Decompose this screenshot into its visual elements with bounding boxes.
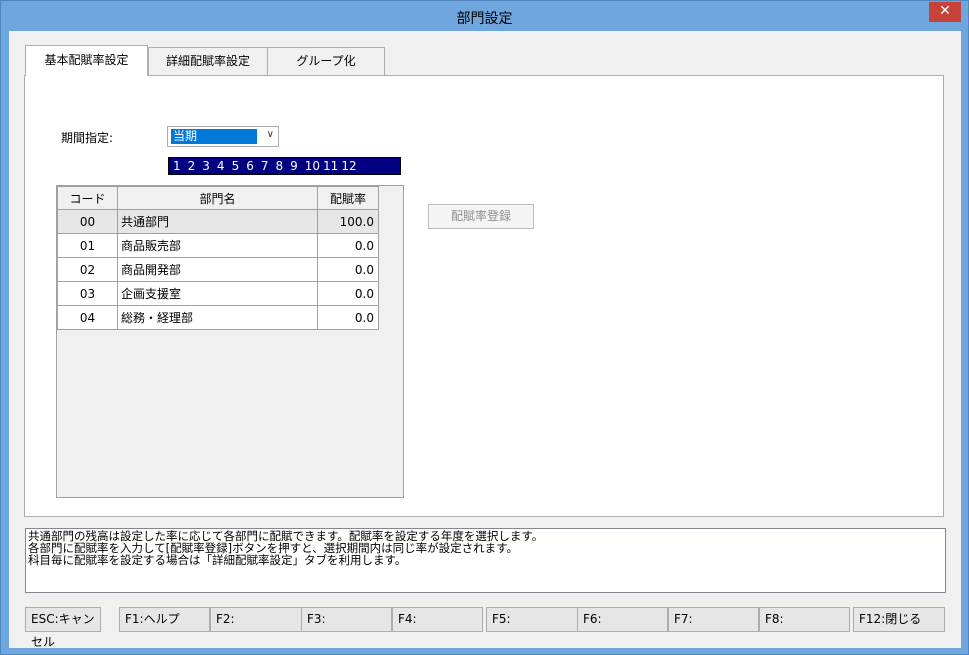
esc-cancel-button[interactable]: ESC:キャンセル (25, 607, 101, 649)
tab-label: 基本配賦率設定 (44, 53, 129, 67)
title-bar: 部門設定 ✕ (1, 1, 968, 31)
cell-name: 企画支援室 (117, 281, 318, 306)
cell-rate[interactable]: 0.0 (317, 281, 379, 306)
department-table: コード 部門名 配賦率 00 共通部門 100.0 01 商品販売部 0.0 0… (57, 186, 379, 330)
month-item[interactable]: 4 (217, 159, 225, 173)
cell-name: 共通部門 (117, 209, 318, 234)
dialog-window: 部門設定 ✕ 基本配賦率設定 詳細配賦率設定 グループ化 期間指定: 当期 ∨ … (0, 0, 969, 655)
f5-button[interactable]: F5: (486, 607, 578, 632)
period-select[interactable]: 当期 ∨ (167, 126, 279, 147)
tab-label: グループ化 (296, 54, 356, 68)
column-header-code[interactable]: コード (57, 186, 118, 210)
column-header-name[interactable]: 部門名 (117, 186, 318, 210)
period-value: 当期 (171, 129, 257, 144)
cell-name: 総務・経理部 (117, 305, 318, 330)
tab-basic-rate[interactable]: 基本配賦率設定 (25, 45, 148, 76)
month-item[interactable]: 12 (341, 159, 356, 173)
chevron-down-icon: ∨ (266, 129, 274, 140)
department-grid: コード 部門名 配賦率 00 共通部門 100.0 01 商品販売部 0.0 0… (56, 185, 404, 498)
register-rate-button[interactable]: 配賦率登録 (428, 204, 534, 229)
column-header-rate[interactable]: 配賦率 (317, 186, 379, 210)
month-item[interactable]: 11 (323, 159, 338, 173)
month-item[interactable]: 5 (232, 159, 240, 173)
cell-rate[interactable]: 100.0 (317, 209, 379, 234)
f6-button[interactable]: F6: (577, 607, 668, 632)
table-row[interactable]: 04 総務・経理部 0.0 (57, 305, 379, 330)
client-area: 基本配賦率設定 詳細配賦率設定 グループ化 期間指定: 当期 ∨ 1 2 3 4… (9, 31, 961, 649)
f1-help-button[interactable]: F1:ヘルプ (119, 607, 210, 632)
cell-name: 商品販売部 (117, 233, 318, 258)
f12-close-button[interactable]: F12:閉じる (853, 607, 945, 632)
month-item[interactable]: 10 (305, 159, 320, 173)
cell-code: 00 (57, 209, 118, 234)
period-label: 期間指定: (61, 131, 114, 145)
table-row[interactable]: 03 企画支援室 0.0 (57, 281, 379, 306)
cell-code: 01 (57, 233, 118, 258)
month-item[interactable]: 6 (246, 159, 254, 173)
cell-name: 商品開発部 (117, 257, 318, 282)
f8-button[interactable]: F8: (759, 607, 850, 632)
tab-detail-rate[interactable]: 詳細配賦率設定 (148, 47, 268, 75)
table-row[interactable]: 02 商品開発部 0.0 (57, 257, 379, 282)
month-item[interactable]: 1 (173, 159, 181, 173)
cell-rate[interactable]: 0.0 (317, 305, 379, 330)
month-item[interactable]: 3 (202, 159, 210, 173)
f4-button[interactable]: F4: (392, 607, 483, 632)
tab-panel: 期間指定: 当期 ∨ 1 2 3 4 5 6 7 8 9 10 11 12 コー… (24, 75, 944, 517)
month-selector[interactable]: 1 2 3 4 5 6 7 8 9 10 11 12 (168, 157, 401, 175)
cell-code: 02 (57, 257, 118, 282)
close-button[interactable]: ✕ (929, 2, 961, 22)
f2-button[interactable]: F2: (210, 607, 302, 632)
month-item[interactable]: 2 (188, 159, 196, 173)
f3-button[interactable]: F3: (301, 607, 392, 632)
table-row[interactable]: 00 共通部門 100.0 (57, 209, 379, 234)
month-item[interactable]: 8 (275, 159, 283, 173)
tab-grouping[interactable]: グループ化 (267, 47, 385, 75)
cell-code: 03 (57, 281, 118, 306)
tab-label: 詳細配賦率設定 (165, 54, 250, 68)
month-item[interactable]: 7 (261, 159, 269, 173)
window-title: 部門設定 (456, 11, 513, 27)
help-line: 科目毎に配賦率を設定する場合は「詳細配賦率設定」タブを利用します。 (28, 553, 407, 567)
table-row[interactable]: 01 商品販売部 0.0 (57, 233, 379, 258)
help-text-box: 共通部門の残高は設定した率に応じて各部門に配賦できます。配賦率を設定する年度を選… (25, 528, 946, 593)
cell-code: 04 (57, 305, 118, 330)
month-item[interactable]: 9 (290, 159, 298, 173)
f7-button[interactable]: F7: (668, 607, 759, 632)
cell-rate[interactable]: 0.0 (317, 257, 379, 282)
cell-rate[interactable]: 0.0 (317, 233, 379, 258)
